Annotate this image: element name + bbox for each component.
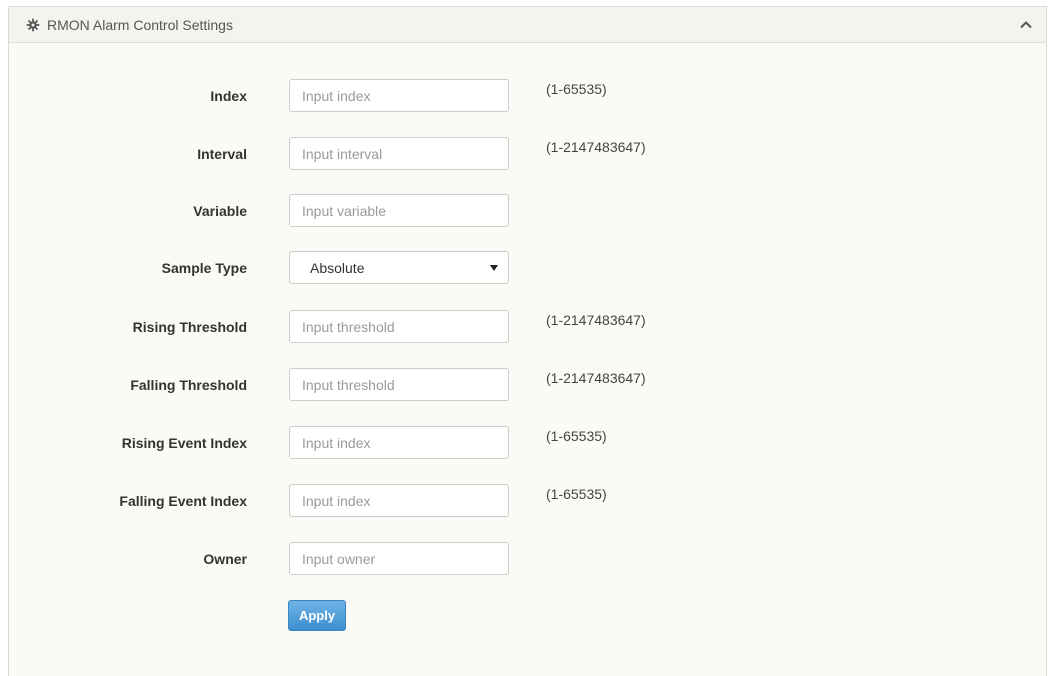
index-label: Index <box>210 88 247 104</box>
panel-header: RMON Alarm Control Settings <box>9 7 1046 43</box>
rising-event-index-row: Rising Event Index (1-65535) <box>9 426 1046 460</box>
rising-event-index-input[interactable] <box>289 426 509 459</box>
rmon-alarm-panel: RMON Alarm Control Settings Index (1-655… <box>8 6 1047 676</box>
sample-type-row: Sample Type Absolute <box>9 251 1046 285</box>
rising-event-index-label: Rising Event Index <box>121 435 247 451</box>
gear-icon <box>26 18 40 32</box>
chevron-up-icon[interactable] <box>1016 15 1036 35</box>
interval-range-hint: (1-2147483647) <box>546 139 646 155</box>
apply-button[interactable]: Apply <box>288 600 346 631</box>
owner-input[interactable] <box>289 542 509 575</box>
rising-threshold-range-hint: (1-2147483647) <box>546 312 646 328</box>
panel-title: RMON Alarm Control Settings <box>47 17 233 33</box>
sample-type-select[interactable]: Absolute <box>289 251 509 284</box>
rising-threshold-input[interactable] <box>289 310 509 343</box>
dropdown-arrow-icon <box>490 265 498 271</box>
index-input[interactable] <box>289 79 509 112</box>
index-range-hint: (1-65535) <box>546 81 607 97</box>
falling-threshold-range-hint: (1-2147483647) <box>546 370 646 386</box>
index-row: Index (1-65535) <box>9 79 1046 113</box>
falling-threshold-input[interactable] <box>289 368 509 401</box>
falling-event-index-label: Falling Event Index <box>119 493 247 509</box>
sample-type-selected-value: Absolute <box>310 260 365 276</box>
variable-input[interactable] <box>289 194 509 227</box>
interval-label: Interval <box>197 146 247 162</box>
rising-event-index-range-hint: (1-65535) <box>546 428 607 444</box>
variable-label: Variable <box>193 203 247 219</box>
falling-threshold-row: Falling Threshold (1-2147483647) <box>9 368 1046 402</box>
sample-type-label: Sample Type <box>161 260 247 276</box>
owner-label: Owner <box>203 551 247 567</box>
falling-threshold-label: Falling Threshold <box>130 377 247 393</box>
falling-event-index-input[interactable] <box>289 484 509 517</box>
falling-event-index-range-hint: (1-65535) <box>546 486 607 502</box>
interval-row: Interval (1-2147483647) <box>9 137 1046 171</box>
variable-row: Variable <box>9 194 1046 228</box>
owner-row: Owner <box>9 542 1046 576</box>
rising-threshold-label: Rising Threshold <box>132 319 247 335</box>
falling-event-index-row: Falling Event Index (1-65535) <box>9 484 1046 518</box>
interval-input[interactable] <box>289 137 509 170</box>
rising-threshold-row: Rising Threshold (1-2147483647) <box>9 310 1046 344</box>
